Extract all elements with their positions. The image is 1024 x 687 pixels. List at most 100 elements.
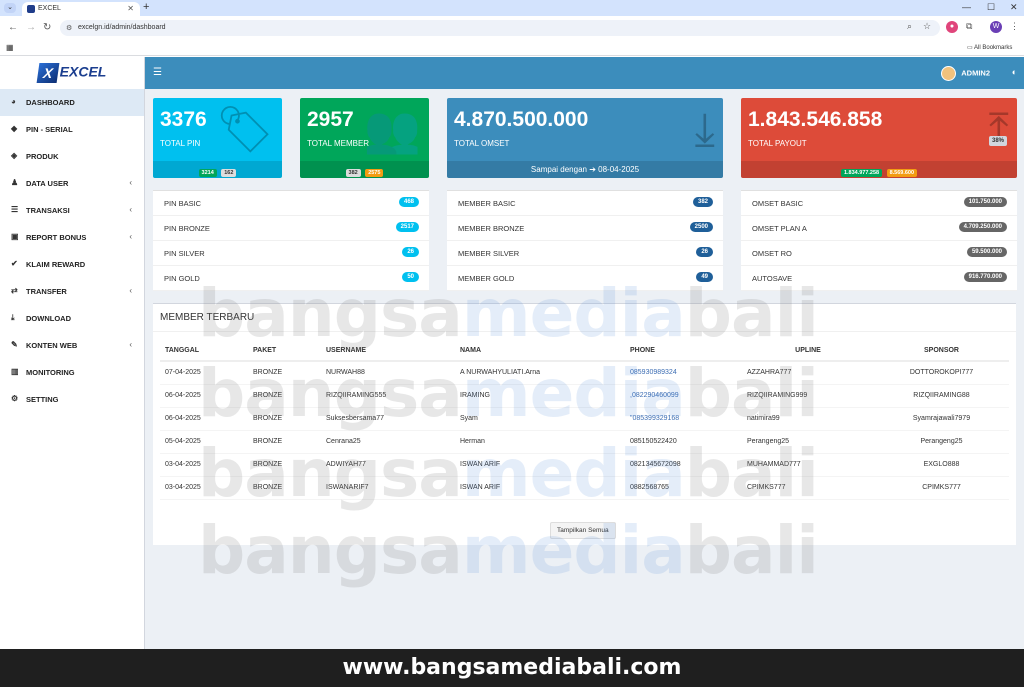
list-label: PIN GOLD: [164, 274, 200, 283]
cell-date: 03-04-2025: [160, 476, 248, 500]
list-value-pill: 382: [692, 197, 713, 207]
chevron-left-icon: ‹: [129, 340, 132, 349]
sidebar-item-data-user[interactable]: ♟ DATA USER ‹: [0, 170, 144, 197]
table-row: 06-04-2025 BRONZE RIZQIIRAMING555 IRAMIN…: [160, 384, 1009, 408]
forward-icon[interactable]: →: [26, 22, 36, 33]
payout-pending-badge: 8.569.600: [886, 169, 918, 177]
check-icon: ✔: [11, 259, 18, 268]
browser-menu-icon[interactable]: ⋮: [1010, 21, 1019, 32]
back-icon[interactable]: ←: [8, 22, 18, 33]
total-member-value: 2957: [307, 108, 354, 131]
cell-sponsor: DOTTOROKOPI777: [874, 361, 1009, 385]
list-label: OMSET BASIC: [752, 199, 804, 208]
sidebar-item-report-bonus[interactable]: ▣ REPORT BONUS ‹: [0, 224, 144, 251]
total-omset-label: TOTAL OMSET: [454, 139, 510, 148]
upload-tray-icon: ⤒: [988, 103, 1009, 155]
pin-list-panel: PIN BASIC 468 PIN BRONZE 2517 PIN SILVER 26…: [153, 190, 429, 291]
bookmark-star-icon[interactable]: ☆: [923, 21, 931, 32]
sidebar-item-download[interactable]: ⤓ DOWNLOAD: [0, 305, 144, 332]
sidebar-item-setting[interactable]: ⚙ SETTING: [0, 386, 144, 413]
cell-phone-link[interactable]: 085930989324: [625, 361, 742, 385]
profile-avatar-icon[interactable]: W: [990, 21, 1002, 33]
total-member-label: TOTAL MEMBER: [307, 139, 370, 148]
column-header: USERNAME: [321, 341, 455, 362]
bookmarks-bar: ▦ ▭ All Bookmarks: [0, 40, 1024, 56]
extensions-icon[interactable]: ⧉: [966, 21, 972, 32]
chevron-left-icon: ‹: [129, 286, 132, 295]
cell-upline: AZZAHRA777: [742, 361, 874, 385]
payout-percent-badge: 38%: [988, 136, 1007, 146]
member-other-badge: 2575: [365, 169, 384, 177]
cell-sponsor: Perangeng25: [874, 430, 1009, 454]
cell-phone: 0882568765: [625, 476, 742, 500]
hamburger-menu-icon[interactable]: ☰: [153, 67, 162, 78]
cell-phone-link[interactable]: ,082290460099: [625, 384, 742, 408]
sidebar-item-transfer[interactable]: ⇄ TRANSFER ‹: [0, 278, 144, 305]
show-all-button[interactable]: Tampilkan Semua: [550, 522, 616, 539]
list-value-pill: 2517: [395, 222, 419, 232]
logo-text: EXCEL: [59, 63, 107, 80]
list-item: PIN GOLD 50: [153, 266, 429, 291]
sidebar-item-produk[interactable]: ◈ PRODUK: [0, 143, 144, 170]
globe-icon[interactable]: ◐: [1012, 67, 1017, 77]
total-member-footer: 382 2575: [300, 161, 429, 178]
user-menu[interactable]: ADMIN2: [941, 66, 990, 81]
reload-icon[interactable]: ↻: [43, 22, 51, 33]
user-name: ADMIN2: [961, 68, 990, 78]
sidebar-item-label: REPORT BONUS: [26, 233, 87, 242]
list-value-pill: 59.500.000: [966, 247, 1007, 257]
total-payout-footer: 1.834.977.258 8.569.600: [741, 161, 1017, 178]
sidebar-item-label: TRANSAKSI: [26, 206, 70, 215]
new-tab-button[interactable]: +: [143, 1, 149, 13]
sidebar-item-dashboard[interactable]: ◕ DASHBOARD: [0, 89, 144, 116]
list-value-pill: 101.750.000: [963, 197, 1007, 207]
cube-icon: ◈: [11, 151, 18, 160]
browser-tab[interactable]: EXCEL ✕: [22, 2, 140, 16]
users-group-icon: 👥: [363, 103, 421, 155]
sidebar-item-transaksi[interactable]: ☰ TRANSAKSI ‹: [0, 197, 144, 224]
chevron-left-icon: ‹: [129, 178, 132, 187]
cell-name: ISWAN ARIF: [455, 476, 625, 500]
total-omset-box: ⤓ 4.870.500.000 TOTAL OMSET Sampai denga…: [447, 98, 723, 178]
table-row: 05-04-2025 BRONZE Cenrana25 Herman 08515…: [160, 430, 1009, 454]
sidebar-item-pin-serial[interactable]: ◆ PIN - SERIAL: [0, 116, 144, 143]
close-tab-icon[interactable]: ✕: [127, 4, 134, 13]
close-window-icon[interactable]: ✕: [1010, 2, 1018, 13]
extension-avatar-icon[interactable]: ●: [946, 21, 958, 33]
cell-upline: RIZQIIRAMING999: [742, 384, 874, 408]
cell-sponsor: CPIMKS777: [874, 476, 1009, 500]
apps-grid-icon[interactable]: ▦: [6, 43, 14, 52]
list-label: AUTOSAVE: [752, 274, 793, 283]
list-value-pill: 26: [696, 247, 713, 257]
list-item: AUTOSAVE 916.770.000: [741, 266, 1017, 291]
sidebar-item-monitoring[interactable]: ▥ MONITORING: [0, 359, 144, 386]
cell-phone-link[interactable]: "085399329168: [625, 407, 742, 431]
sidebar-item-klaim-reward[interactable]: ✔ KLAIM REWARD: [0, 251, 144, 278]
tab-strip: ⌄ EXCEL ✕ + — ☐ ✕: [0, 0, 1024, 16]
zoom-icon[interactable]: ⌕: [907, 21, 912, 32]
logo[interactable]: X EXCEL: [0, 57, 144, 89]
member-basic-badge: 382: [345, 169, 361, 177]
cell-name: Herman: [455, 430, 625, 454]
list-item: PIN BASIC 468: [153, 191, 429, 216]
cell-sponsor: RIZQIIRAMING88: [874, 384, 1009, 408]
url-field[interactable]: ⚙ excelgn.id/admin/dashboard: [60, 20, 940, 36]
address-bar-row: ← → ↻ ⚙ excelgn.id/admin/dashboard ⌕ ☆ ●…: [0, 16, 1024, 40]
omset-list-panel: OMSET BASIC 101.750.000 OMSET PLAN A 4.709…: [741, 190, 1017, 291]
list-value-pill: 49: [696, 272, 713, 282]
cell-username: NURWAH88: [321, 361, 455, 385]
site-info-icon[interactable]: ⚙: [66, 24, 72, 32]
tab-search-button[interactable]: ⌄: [4, 3, 16, 13]
sidebar-item-konten-web[interactable]: ✎ KONTEN WEB ‹: [0, 332, 144, 359]
cell-username: Suksesbersama77: [321, 407, 455, 431]
omset-footer-date: 08-04-2025: [598, 165, 640, 174]
cell-username: ISWANARIF7: [321, 476, 455, 500]
bookmarks-folder[interactable]: ▭ All Bookmarks: [967, 44, 1012, 51]
members-table: TANGGAL PAKET USERNAME NAMA PHONE UPLINE…: [160, 341, 1009, 500]
column-header: PHONE: [625, 341, 742, 362]
cell-sponsor: EXGLO888: [874, 453, 1009, 477]
minimize-icon[interactable]: —: [962, 2, 971, 12]
maximize-icon[interactable]: ☐: [987, 2, 995, 13]
cell-phone: 0821345672098: [625, 453, 742, 477]
chevron-left-icon: ‹: [129, 205, 132, 214]
